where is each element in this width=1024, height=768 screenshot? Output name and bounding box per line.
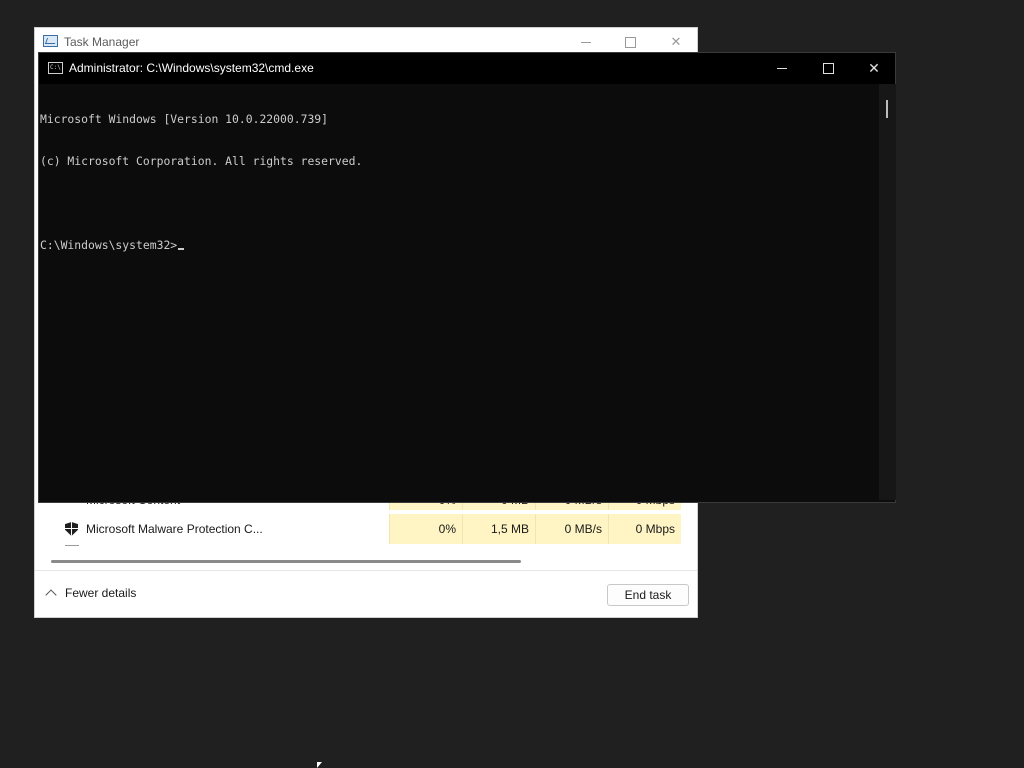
process-row[interactable]: Microsoft Malware Protection C... 0% 1,5… — [35, 514, 681, 544]
vertical-scrollbar[interactable] — [879, 84, 896, 500]
console-output[interactable]: Microsoft Windows [Version 10.0.22000.73… — [40, 84, 879, 500]
shield-icon — [65, 522, 78, 536]
scrollbar-thumb[interactable] — [886, 100, 888, 118]
cmd-app-icon: C:\ — [48, 62, 63, 74]
fewer-details-button[interactable]: Fewer details — [45, 586, 137, 601]
console-prompt: C:\Windows\system32> — [40, 238, 178, 252]
minimize-button[interactable] — [759, 53, 805, 84]
command-prompt-titlebar[interactable]: C:\ Administrator: C:\Windows\system32\c… — [39, 53, 895, 84]
process-name: Microsoft Malware Protection C... — [86, 522, 263, 536]
mouse-pointer-icon — [317, 762, 322, 768]
text-cursor — [178, 248, 185, 250]
command-prompt-title: Administrator: C:\Windows\system32\cmd.e… — [69, 61, 314, 75]
horizontal-scrollbar[interactable] — [51, 560, 521, 563]
chevron-up-icon — [45, 589, 57, 601]
memory-cell: 1,5 MB — [462, 514, 535, 544]
console-prompt-line[interactable]: C:\Windows\system32> — [40, 238, 879, 252]
cpu-cell: 0% — [389, 514, 462, 544]
task-manager-title: Task Manager — [64, 35, 140, 49]
command-prompt-window[interactable]: C:\ Administrator: C:\Windows\system32\c… — [38, 52, 896, 503]
task-manager-app-icon — [43, 35, 58, 47]
console-line: Microsoft Windows [Version 10.0.22000.73… — [40, 112, 329, 126]
network-cell: 0 Mbps — [608, 514, 681, 544]
maximize-button[interactable] — [805, 53, 851, 84]
footer-divider — [35, 570, 697, 571]
close-button[interactable] — [851, 53, 897, 84]
next-row-stub — [65, 545, 79, 546]
disk-cell: 0 MB/s — [535, 514, 608, 544]
console-line: (c) Microsoft Corporation. All rights re… — [40, 154, 363, 168]
fewer-details-label: Fewer details — [65, 586, 137, 600]
end-task-button[interactable]: End task — [607, 584, 689, 606]
